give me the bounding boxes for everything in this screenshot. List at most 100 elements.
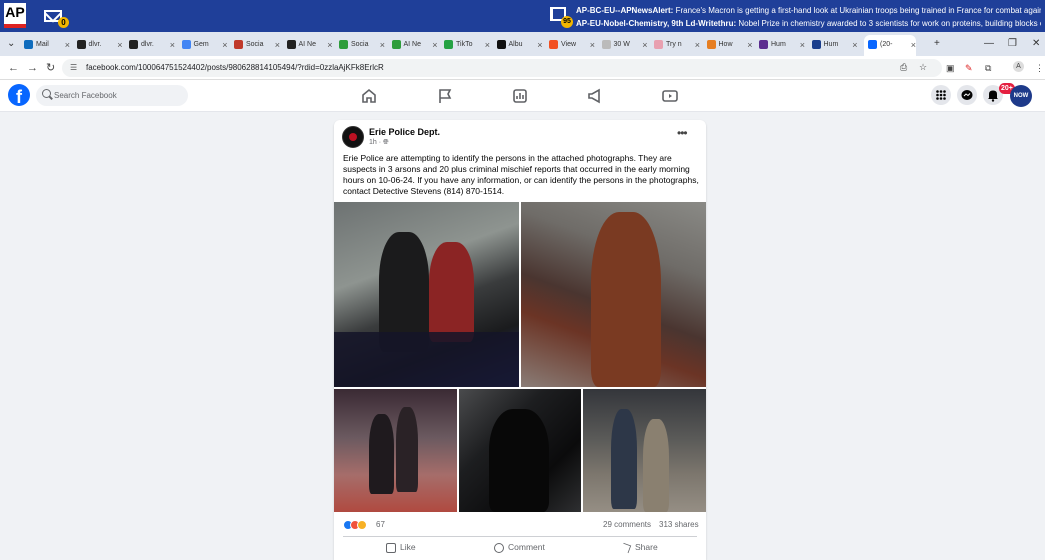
tab-label: dlvr. (88, 41, 102, 48)
browser-menu-icon[interactable]: ⋮ (1035, 61, 1044, 75)
ap-logo[interactable]: AP (4, 3, 26, 28)
site-settings-icon[interactable]: ☰ (70, 63, 77, 73)
tab-close-icon[interactable]: × (537, 36, 542, 54)
facebook-logo[interactable]: f (8, 84, 30, 106)
post-photo-1[interactable] (334, 202, 519, 387)
close-window-icon[interactable]: ✕ (1032, 36, 1040, 52)
share-button[interactable]: Share (620, 541, 658, 553)
tab-close-icon[interactable]: × (800, 36, 805, 54)
browser-tab-10[interactable]: Albu × (496, 36, 543, 54)
minimize-icon[interactable]: — (984, 36, 994, 52)
video-icon[interactable] (660, 86, 680, 106)
comment-bubble-icon (494, 542, 504, 553)
post-options-button[interactable]: ••• (677, 127, 688, 139)
action-divider (343, 536, 697, 537)
comment-button[interactable]: Comment (494, 541, 545, 553)
home-icon[interactable] (359, 86, 379, 106)
reload-icon[interactable]: ↻ (46, 60, 55, 76)
tab-close-icon[interactable]: × (65, 36, 70, 54)
messenger-icon[interactable] (957, 85, 977, 105)
post-photo-5[interactable] (583, 389, 706, 512)
browser-tab-7[interactable]: Socia × (339, 36, 385, 54)
tab-close-icon[interactable]: × (695, 36, 700, 54)
post-photo-4[interactable] (459, 389, 581, 512)
browser-tab-15[interactable]: Hum × (759, 36, 805, 54)
tab-close-icon[interactable]: × (170, 36, 175, 54)
forward-icon[interactable]: → (27, 60, 38, 76)
thumbs-up-icon (386, 542, 396, 553)
search-icon (42, 89, 51, 98)
tab-favicon-icon (549, 39, 558, 49)
bookmark-star-icon[interactable]: ☆ (919, 60, 927, 74)
tab-favicon-icon (234, 39, 243, 49)
tab-favicon-icon (868, 39, 877, 49)
extensions-puzzle-icon[interactable]: ⧉ (985, 61, 991, 75)
comments-count-link[interactable]: 29 comments (603, 520, 651, 530)
tab-favicon-icon (811, 39, 821, 49)
browser-tab-17[interactable]: (20- × (864, 35, 916, 56)
extension-icon-2[interactable]: ✎ (965, 61, 973, 75)
share-arrow-icon (620, 542, 632, 553)
ad-megaphone-icon[interactable] (585, 86, 605, 106)
facebook-search-input[interactable] (36, 85, 188, 106)
dashboard-icon[interactable] (510, 86, 530, 106)
page-avatar[interactable] (342, 126, 364, 148)
browser-tab-5[interactable]: Socia × (234, 36, 280, 54)
browser-tab-12[interactable]: 30 W × (601, 36, 648, 54)
browser-tab-11[interactable]: View × (549, 36, 595, 54)
tab-close-icon[interactable]: × (590, 36, 595, 54)
pages-flag-icon[interactable] (435, 86, 455, 106)
tab-label: Gem (193, 41, 209, 48)
tab-label: Hum (771, 41, 786, 48)
tab-favicon-icon (496, 39, 506, 49)
post-card: Erie Police Dept. 1h · 🌐︎ ••• Erie Polic… (334, 120, 706, 560)
tab-close-icon[interactable]: × (432, 36, 437, 54)
wow-reaction-icon (357, 520, 367, 530)
install-app-icon[interactable]: ⎙ (900, 60, 907, 74)
url-text[interactable]: facebook.com/100064751524402/posts/98062… (86, 59, 384, 77)
tab-close-icon[interactable]: × (327, 36, 332, 54)
browser-tab-9[interactable]: TikTo × (444, 36, 490, 54)
tab-close-icon[interactable]: × (485, 36, 490, 54)
tab-favicon-icon (181, 39, 191, 49)
browser-tab-6[interactable]: AI Ne × (286, 36, 333, 54)
tab-favicon-icon (76, 39, 86, 49)
browser-tab-4[interactable]: Gem × (181, 36, 228, 54)
tab-favicon-icon (286, 39, 296, 49)
restore-icon[interactable]: ❐ (1008, 36, 1017, 52)
tab-close-icon[interactable]: × (380, 36, 385, 54)
tab-label: Mail (36, 41, 49, 48)
browser-tab-strip: ⌄ Mail × dlvr. × dlvr. × Gem × Socia × AI Ne × Socia… (0, 32, 1045, 56)
shares-count-link[interactable]: 313 shares (659, 520, 699, 530)
tab-close-icon[interactable]: × (117, 36, 122, 54)
browser-tab-16[interactable]: Hum × (811, 36, 858, 54)
account-avatar[interactable]: NOW (1010, 85, 1032, 107)
like-button[interactable]: Like (386, 541, 416, 553)
news-alert-1[interactable]: AP-BC-EU--APNewsAlert: France's Macron i… (576, 6, 1041, 15)
tab-close-icon[interactable]: × (642, 36, 647, 54)
browser-tab-13[interactable]: Try n × (654, 36, 700, 54)
browser-tab-8[interactable]: AI Ne × (391, 36, 438, 54)
post-timestamp[interactable]: 1h · 🌐︎ (369, 139, 389, 147)
browser-tab-2[interactable]: dlvr. × (76, 36, 123, 54)
tab-close-icon[interactable]: × (275, 36, 280, 54)
browser-tab-14[interactable]: How × (706, 36, 753, 54)
menu-grid-icon[interactable] (931, 85, 951, 105)
tab-close-icon[interactable]: × (852, 36, 857, 54)
post-photo-3[interactable] (334, 389, 457, 512)
browser-tab-3[interactable]: dlvr. × (129, 36, 175, 54)
extension-icon-1[interactable]: ▣ (946, 61, 955, 75)
post-photo-2[interactable] (521, 202, 706, 387)
reaction-count[interactable]: 67 (376, 520, 385, 530)
new-tab-button[interactable]: + (934, 36, 940, 52)
page-name-link[interactable]: Erie Police Dept. (369, 127, 440, 137)
tab-close-icon[interactable]: × (911, 35, 916, 55)
news-alert-2[interactable]: AP-EU-Nobel-Chemistry, 9th Ld-Writethru:… (576, 19, 1041, 28)
tab-close-icon[interactable]: × (222, 36, 227, 54)
back-icon[interactable]: ← (8, 60, 19, 76)
tab-close-icon[interactable]: × (747, 36, 752, 54)
tab-search-icon[interactable]: ⌄ (7, 36, 15, 52)
omnibox[interactable]: ☰ facebook.com/100064751524402/posts/980… (62, 59, 942, 77)
browser-tab-1[interactable]: Mail × (24, 36, 70, 54)
browser-profile-icon[interactable]: A (1013, 61, 1024, 72)
